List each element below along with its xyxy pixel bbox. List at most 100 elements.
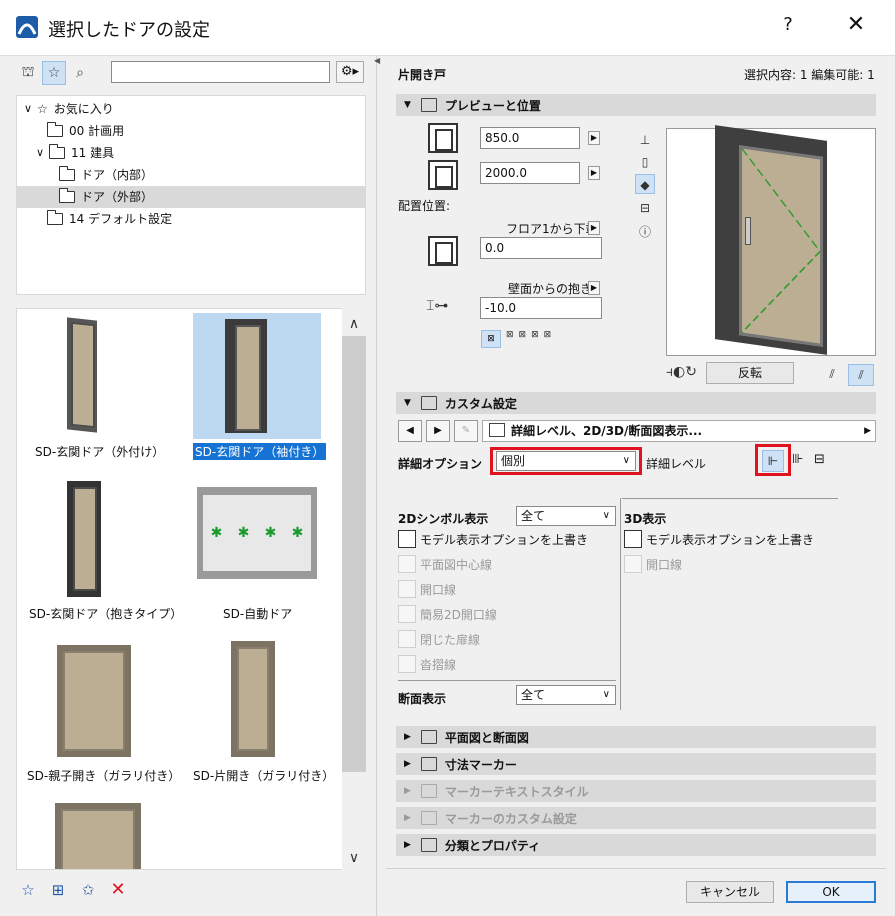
override-3d-checkbox[interactable] — [624, 530, 642, 548]
tree-item-favorites[interactable]: ∨ ☆ お気に入り — [21, 98, 363, 120]
plan-view-icon[interactable]: ⊥ — [635, 130, 655, 150]
section-marker-custom[interactable]: ▶ マーカーのカスタム設定 — [396, 807, 876, 829]
gallery-item-label[interactable]: SD-玄関ドア（外付け） — [35, 443, 164, 460]
height-arrow-icon[interactable]: ▶ — [588, 166, 600, 180]
option-2d-checkbox[interactable] — [398, 630, 416, 648]
cancel-button[interactable]: キャンセル — [686, 881, 774, 903]
override-2d-checkbox[interactable] — [398, 530, 416, 548]
preview-door-leaf — [739, 145, 823, 347]
detail-level-simple-icon[interactable]: ⊟ — [814, 452, 825, 467]
option-2d-checkbox[interactable] — [398, 655, 416, 673]
section-dimension-marker[interactable]: ▶ 寸法マーカー — [396, 753, 876, 775]
width-field[interactable]: 850.0 — [480, 127, 580, 149]
3d-view-icon[interactable]: ◆ — [635, 174, 655, 194]
ok-button[interactable]: OK — [786, 881, 876, 903]
symbol-2d-label: 2Dシンボル表示 — [398, 512, 489, 526]
anchor-options-icon[interactable]: ⊠⊠⊠⊠ — [506, 330, 556, 340]
section-custom-settings[interactable]: ▼ カスタム設定 — [396, 392, 876, 414]
tree-item-door-interior[interactable]: ドア（内部） — [59, 164, 153, 186]
wall-ref-label[interactable]: 壁面からの抱き — [508, 280, 592, 297]
floor-ref-arrow-icon[interactable]: ▶ — [588, 221, 600, 235]
section-display-select[interactable]: 全て ∨ — [516, 685, 616, 705]
reveal-depth-field[interactable]: -10.0 — [480, 297, 602, 319]
page-expand-icon: ▶ — [864, 426, 871, 436]
favorites-star-icon[interactable]: ☆ — [42, 61, 66, 85]
section-preview-position[interactable]: ▼ プレビューと位置 — [396, 94, 876, 116]
search-icon[interactable]: ⌕ — [68, 61, 92, 85]
height-field[interactable]: 2000.0 — [480, 162, 580, 184]
option-2d-checkbox[interactable] — [398, 580, 416, 598]
star-folder-icon: ☆ — [37, 102, 48, 116]
selection-info: 選択内容: 1 編集可能: 1 — [744, 68, 875, 82]
anchor-option-1-icon[interactable]: ⊠ — [481, 330, 501, 348]
expand-triangle-icon: ▶ — [404, 732, 411, 742]
door-thumbnail[interactable] — [61, 809, 135, 869]
option-3d-label: 開口線 — [646, 558, 683, 572]
option-2d-label: 開口線 — [420, 583, 457, 597]
help-button[interactable]: ? — [778, 14, 798, 35]
gallery-item-label[interactable]: SD-玄関ドア（抱きタイプ） — [29, 605, 182, 622]
collapse-handle-icon[interactable]: ◀ — [374, 56, 380, 65]
close-button[interactable]: ✕ — [843, 12, 869, 37]
gallery-item-label[interactable]: SD-親子開き（ガラリ付き） — [27, 767, 180, 784]
folder-icon — [59, 166, 75, 181]
panel-divider[interactable] — [376, 56, 377, 916]
tree-item-planning[interactable]: 00 計画用 — [47, 120, 124, 142]
page-selector[interactable]: 詳細レベル、2D/3D/断面図表示... ▶ — [482, 420, 876, 442]
option-2d-label: 簡易2D開口線 — [420, 608, 497, 622]
library-icon[interactable]: ⛫ — [16, 61, 40, 85]
gear-icon[interactable]: ⚙▸ — [336, 61, 364, 83]
option-3d-checkbox[interactable] — [624, 555, 642, 573]
object-name: 片開き戸 — [398, 68, 447, 82]
delete-icon[interactable]: ✕ — [108, 880, 128, 900]
section-view-icon[interactable]: ⊟ — [635, 198, 655, 218]
info-icon[interactable]: ⓘ — [635, 222, 655, 242]
door-thumbnail[interactable] — [237, 647, 269, 751]
edit-page-icon[interactable]: ✎ — [454, 420, 478, 442]
sill-height-icon — [428, 236, 458, 266]
opening-right-icon[interactable]: ⫽ — [848, 364, 874, 386]
prev-page-icon[interactable]: ◀ — [398, 420, 422, 442]
section-marker-text-style[interactable]: ▶ マーカーテキストスタイル — [396, 780, 876, 802]
gallery-item-label-selected[interactable]: SD-玄関ドア（袖付き） — [193, 443, 327, 460]
detail-level-mid-icon[interactable]: ⊪ — [792, 452, 803, 467]
gallery-scroll-thumb[interactable] — [342, 336, 366, 772]
door-thumbnail[interactable] — [73, 487, 97, 591]
flip-button[interactable]: 反転 — [706, 362, 794, 384]
symbol-2d-select[interactable]: 全て ∨ — [516, 506, 616, 526]
add-favorite-icon[interactable]: ☆ — [18, 880, 38, 900]
auto-door-glass[interactable]: ✱ ✱ ✱ ✱ — [203, 495, 311, 571]
chevron-down-icon: ∨ — [602, 510, 610, 521]
option-2d-checkbox[interactable] — [398, 555, 416, 573]
elevation-view-icon[interactable]: ▯ — [635, 152, 655, 172]
left-bottom-toolbar: ☆ ⊞ ✩ ✕ — [18, 876, 128, 904]
scroll-down-icon[interactable]: ∨ — [342, 846, 366, 870]
tree-item-default-settings[interactable]: 14 デフォルト設定 — [47, 208, 172, 230]
section-plan-and-section[interactable]: ▶ 平面図と断面図 — [396, 726, 876, 748]
option-2d-checkbox[interactable] — [398, 605, 416, 623]
width-arrow-icon[interactable]: ▶ — [588, 131, 600, 145]
floor-ref-label[interactable]: フロア1から下端 — [506, 220, 598, 237]
section-classification[interactable]: ▶ 分類とプロパティ — [396, 834, 876, 856]
new-folder-icon[interactable]: ⊞ — [48, 880, 68, 900]
app-logo-icon — [16, 16, 38, 38]
next-page-icon[interactable]: ▶ — [426, 420, 450, 442]
chevron-down-icon[interactable]: ∨ — [21, 98, 35, 120]
collapse-triangle-icon: ▼ — [404, 398, 411, 408]
option-2d-label: 閉じた扉線 — [420, 633, 481, 647]
favorite-settings-icon[interactable]: ✩ — [78, 880, 98, 900]
tree-item-door-exterior[interactable]: ドア（外部） — [17, 186, 365, 208]
door-thumbnail[interactable] — [235, 325, 261, 431]
option-2d-label: 沓摺線 — [420, 658, 457, 672]
gallery-item-label[interactable]: SD-片開き（ガラリ付き） — [193, 767, 334, 784]
opening-left-icon[interactable]: ⫽ — [822, 364, 842, 384]
scroll-up-icon[interactable]: ∧ — [342, 312, 366, 336]
chevron-down-icon[interactable]: ∨ — [33, 142, 47, 164]
tree-item-fittings[interactable]: ∨ 11 建具 — [33, 142, 114, 164]
door-thumbnail[interactable] — [63, 651, 125, 751]
gallery-item-label[interactable]: SD-自動ドア — [223, 605, 292, 622]
door-thumbnail[interactable] — [71, 321, 95, 429]
sill-height-field[interactable]: 0.0 — [480, 237, 602, 259]
search-input[interactable] — [111, 61, 330, 83]
wall-ref-arrow-icon[interactable]: ▶ — [588, 281, 600, 295]
